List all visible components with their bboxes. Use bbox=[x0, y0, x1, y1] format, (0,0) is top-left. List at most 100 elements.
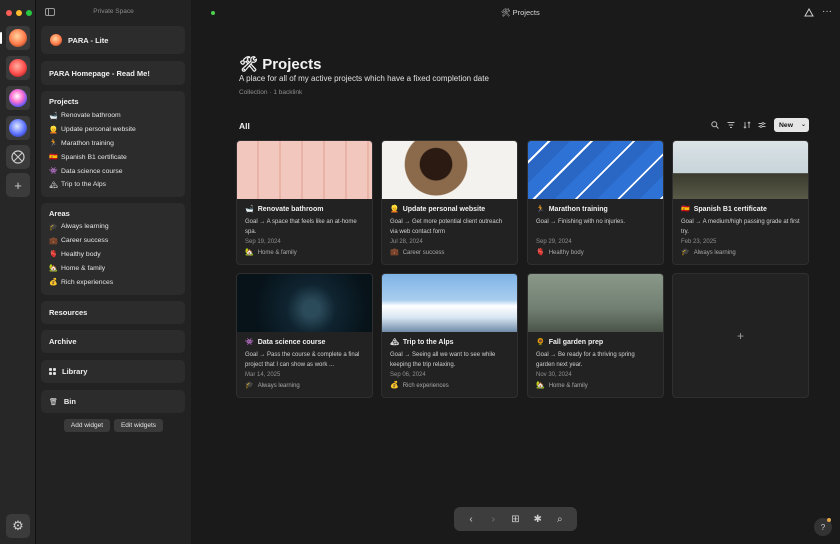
zoom-window-button[interactable] bbox=[26, 10, 32, 16]
card-emoji-icon: 🇪🇸 bbox=[681, 206, 690, 213]
project-card[interactable]: 🇪🇸 Spanish B1 certificate Goal → A medium/… bbox=[672, 140, 809, 265]
object-type[interactable]: Collection bbox=[239, 89, 268, 96]
search-button[interactable]: ⌕ bbox=[553, 514, 567, 525]
add-card-button[interactable]: + bbox=[672, 273, 809, 398]
project-card[interactable]: 🌻 Fall garden prep Goal → Be ready for a t… bbox=[527, 273, 664, 398]
sort-icon[interactable] bbox=[743, 121, 751, 131]
project-card[interactable]: 🏃 Marathon training Goal → Finishing with … bbox=[527, 140, 664, 265]
chevron-down-icon[interactable]: ⌄ bbox=[801, 121, 806, 128]
item-emoji-icon: 🏡 bbox=[49, 265, 58, 273]
card-date: Mar 14, 2025 bbox=[245, 372, 281, 378]
sidebar-item[interactable]: 💼 Career success bbox=[49, 234, 177, 248]
close-window-button[interactable] bbox=[6, 10, 12, 16]
view-tab-all[interactable]: All bbox=[239, 121, 250, 131]
graph-button[interactable]: ✱ bbox=[531, 514, 545, 525]
area-emoji-icon: 💼 bbox=[390, 249, 399, 256]
card-title-text: Data science course bbox=[257, 338, 326, 346]
bin-widget[interactable]: 🗑 Bin bbox=[41, 390, 185, 413]
archive-widget[interactable]: Archive bbox=[41, 330, 185, 353]
sidebar-item-label: Always learning bbox=[61, 223, 109, 231]
forward-button[interactable]: › bbox=[486, 514, 500, 525]
breadcrumb[interactable]: 🛠 Projects bbox=[501, 8, 540, 17]
card-cover-image bbox=[673, 141, 808, 199]
add-space-button[interactable]: + bbox=[6, 173, 30, 197]
sidebar-item[interactable]: 🇪🇸 Spanish B1 certificate bbox=[49, 150, 177, 164]
project-card[interactable]: 👾 Data science course Goal → Pass the cour… bbox=[236, 273, 373, 398]
area-emoji-icon: 🎓 bbox=[681, 249, 690, 256]
card-emoji-icon: 🏔 bbox=[390, 339, 399, 346]
card-area-label: Career success bbox=[402, 250, 445, 256]
edit-widgets-button[interactable]: Edit widgets bbox=[114, 419, 163, 432]
sidebar-item[interactable]: 🛁 Renovate bathroom bbox=[49, 109, 177, 123]
library-widget[interactable]: Library bbox=[41, 360, 185, 383]
item-emoji-icon: 🎓 bbox=[49, 223, 58, 231]
search-icon[interactable] bbox=[711, 121, 719, 131]
minimize-window-button[interactable] bbox=[16, 10, 22, 16]
areas-widget-title[interactable]: Areas bbox=[49, 209, 177, 218]
bin-label: Bin bbox=[63, 397, 76, 406]
resources-widget[interactable]: Resources bbox=[41, 301, 185, 324]
sidebar-item[interactable]: 💰 Rich experiences bbox=[49, 275, 177, 289]
sync-status-dot bbox=[211, 11, 215, 15]
card-cover-image bbox=[528, 141, 663, 199]
sidebar-item[interactable]: 🎓 Always learning bbox=[49, 220, 177, 234]
sidebar-item[interactable]: 👾 Data science course bbox=[49, 164, 177, 178]
space-widget-label: PARA - Lite bbox=[68, 35, 109, 45]
card-emoji-icon: 🌻 bbox=[536, 339, 545, 346]
card-area[interactable]: 💰 Rich experiences bbox=[390, 381, 517, 389]
card-area[interactable]: 🏡 Home & family bbox=[536, 381, 663, 389]
new-object-button[interactable]: New ⌄ bbox=[774, 118, 809, 132]
back-button[interactable]: ‹ bbox=[464, 514, 478, 525]
create-object-button[interactable]: ⊞ bbox=[508, 514, 522, 525]
space-icon-4[interactable] bbox=[6, 116, 30, 140]
item-emoji-icon: 🛁 bbox=[49, 112, 58, 120]
space-widget[interactable]: PARA - Lite bbox=[41, 26, 185, 54]
backlinks-link[interactable]: 1 backlink bbox=[273, 89, 302, 96]
sidebar-item-label: Healthy body bbox=[61, 250, 101, 258]
filter-icon[interactable] bbox=[727, 121, 735, 131]
settings-button[interactable]: ⚙ bbox=[6, 514, 30, 538]
card-area-label: Always learning bbox=[257, 383, 300, 389]
area-emoji-icon: 🎓 bbox=[245, 382, 254, 389]
help-button[interactable]: ? bbox=[814, 518, 832, 536]
project-card[interactable]: 🏔 Trip to the Alps Goal → Seeing all we wa… bbox=[381, 273, 518, 398]
sidebar-item[interactable]: 🏔 Trip to the Alps bbox=[49, 178, 177, 192]
view-settings-icon[interactable] bbox=[758, 121, 766, 131]
item-emoji-icon: 🫀 bbox=[49, 251, 58, 259]
page-meta: Collection · 1 backlink bbox=[239, 89, 302, 96]
add-widget-button[interactable]: Add widget bbox=[64, 419, 110, 432]
projects-widget-title[interactable]: Projects bbox=[49, 97, 177, 106]
project-card[interactable]: 👱 Update personal website Goal → Get more … bbox=[381, 140, 518, 265]
space-icon-3[interactable] bbox=[6, 86, 30, 110]
sidebar-item[interactable]: 🏃 Marathon training bbox=[49, 137, 177, 151]
sidebar-item[interactable]: 🫀 Healthy body bbox=[49, 248, 177, 262]
card-area[interactable]: 🎓 Always learning bbox=[681, 248, 808, 256]
sidebar-item[interactable]: 🏡 Home & family bbox=[49, 261, 177, 275]
card-area[interactable]: 🫀 Healthy body bbox=[536, 248, 663, 256]
project-card[interactable]: 🛁 Renovate bathroom Goal → A space that fe… bbox=[236, 140, 373, 265]
space-icon-1[interactable] bbox=[6, 26, 30, 50]
card-emoji-icon: 👱 bbox=[390, 206, 399, 213]
card-area[interactable]: 💼 Career success bbox=[390, 248, 517, 256]
sidebar-item[interactable]: 👱 Update personal website bbox=[49, 123, 177, 137]
card-date: Nov 30, 2024 bbox=[536, 372, 572, 378]
card-area[interactable]: 🏡 Home & family bbox=[245, 248, 372, 256]
more-icon[interactable]: ··· bbox=[822, 6, 832, 17]
card-title: 🏔 Trip to the Alps bbox=[390, 338, 517, 347]
card-area-label: Rich experiences bbox=[402, 383, 449, 389]
card-area[interactable]: 🎓 Always learning bbox=[245, 381, 372, 389]
globe-icon[interactable] bbox=[6, 145, 30, 169]
page-title-text: Projects bbox=[262, 56, 322, 73]
space-icon-2[interactable] bbox=[6, 56, 30, 80]
card-area-label: Home & family bbox=[257, 250, 297, 256]
card-date: Sep 19, 2024 bbox=[245, 239, 281, 245]
space-name: Private Space bbox=[93, 8, 134, 15]
share-icon[interactable] bbox=[804, 7, 814, 19]
card-title: 👱 Update personal website bbox=[390, 205, 517, 214]
homepage-widget[interactable]: PARA Homepage - Read Me! bbox=[41, 61, 185, 85]
sidebar-item-label: Renovate bathroom bbox=[61, 112, 121, 120]
card-title-text: Update personal website bbox=[402, 205, 486, 213]
card-title: 👾 Data science course bbox=[245, 338, 372, 347]
card-title: 🌻 Fall garden prep bbox=[536, 338, 663, 347]
card-description: Goal → A medium/high passing grade at fi… bbox=[681, 219, 800, 235]
